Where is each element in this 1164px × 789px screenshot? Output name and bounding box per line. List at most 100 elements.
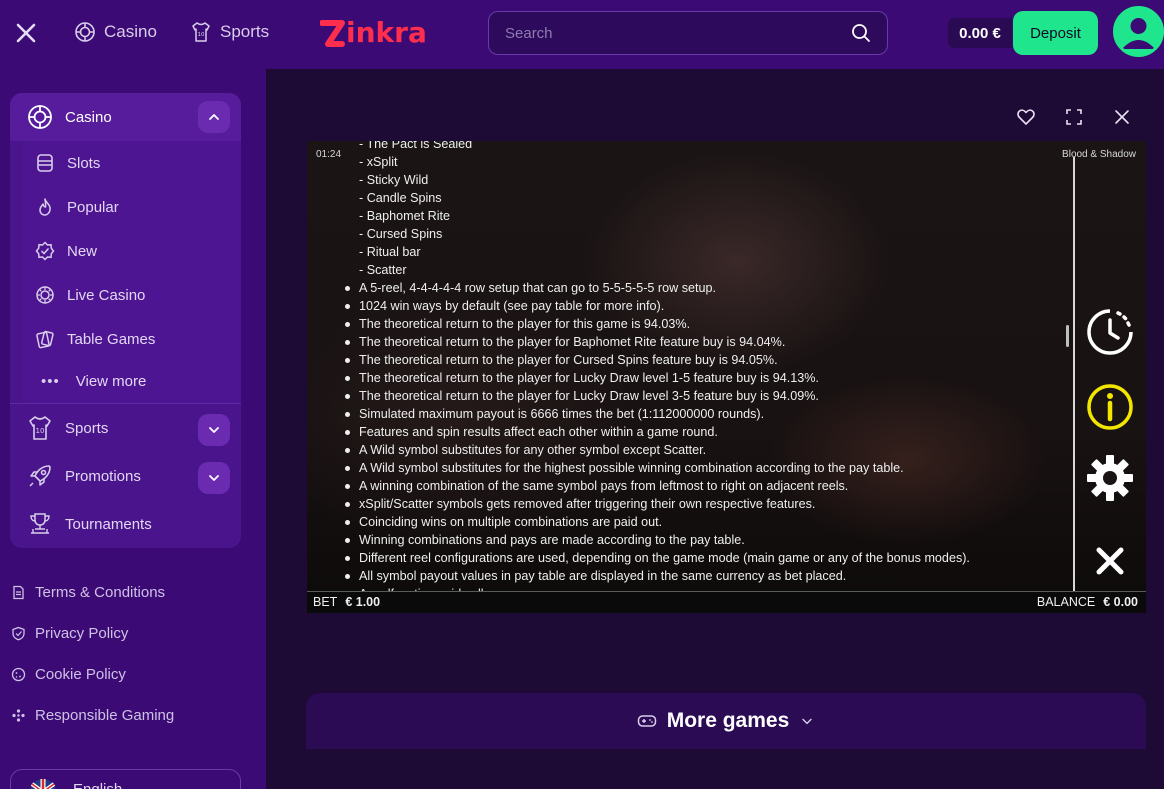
responsible-label: Responsible Gaming [35, 707, 175, 724]
sidebar-item-label: Live Casino [67, 286, 146, 304]
document-icon [13, 585, 24, 600]
casino-submenu [22, 141, 241, 403]
sidebar-item-label: Sports [65, 419, 109, 437]
nav-sports[interactable]: 10 Sports [190, 21, 269, 43]
sidebar-item-slots[interactable]: Slots [35, 153, 100, 173]
brand-logo[interactable]: inkra [320, 16, 427, 49]
cookie-label: Cookie Policy [35, 666, 126, 683]
privacy-link[interactable]: Privacy Policy [11, 625, 128, 642]
balance-label: BALANCE [1036, 595, 1096, 609]
sidebar-item-label: Casino [65, 108, 112, 126]
chevron-down-icon [802, 718, 812, 725]
rule-item: The theoretical return to the player for… [345, 387, 1065, 405]
expand-promotions-button[interactable] [198, 462, 230, 494]
cookie-icon [11, 667, 26, 682]
rule-subitem: - Cursed Spins [359, 227, 443, 241]
cards-icon [36, 330, 54, 349]
nav-casino-label: Casino [104, 22, 157, 41]
sidebar-item-popular[interactable]: Popular [35, 197, 119, 217]
sidebar-item-new[interactable]: New [35, 241, 97, 261]
more-games-label: More games [666, 709, 790, 732]
more-games-toggle[interactable]: More games [306, 693, 1146, 749]
nav-casino[interactable]: Casino [74, 21, 157, 43]
logo-text: inkra [346, 16, 427, 49]
sidebar-item-sports[interactable]: 10 Sports [27, 415, 108, 441]
rule-item: Simulated maximum payout is 6666 times t… [345, 405, 1065, 423]
responsible-gaming-link[interactable]: Responsible Gaming [11, 707, 174, 724]
sidebar-item-label: Table Games [67, 330, 156, 348]
rule-item: Coinciding wins on multiple combinations… [345, 513, 1065, 531]
fullscreen-icon[interactable] [1064, 107, 1084, 127]
game-status-bar: BET € 1.00 BALANCE € 0.00 [307, 591, 1146, 613]
bet-label: BET [313, 595, 338, 609]
rule-subitem: - Scatter [359, 263, 407, 277]
sidebar-item-label: Popular [67, 198, 119, 216]
close-rules-icon[interactable] [1085, 536, 1135, 586]
language-label: English [73, 781, 122, 789]
sidebar-item-label: Promotions [65, 467, 141, 485]
deposit-button[interactable]: Deposit [1013, 11, 1098, 55]
shield-icon [12, 626, 25, 641]
sidebar-item-table-games[interactable]: Table Games [35, 329, 155, 349]
cookie-link[interactable]: Cookie Policy [11, 666, 126, 683]
rules-scrollbar[interactable] [1066, 325, 1069, 347]
sidebar-menu: Casino Slots Popular New Live Casino Tab… [10, 93, 241, 548]
chevron-down-icon [209, 427, 219, 433]
rule-item: A Wild symbol substitutes for any other … [345, 441, 1065, 459]
avatar[interactable] [1113, 6, 1164, 57]
search-box[interactable] [488, 11, 888, 55]
close-game-icon[interactable] [1112, 107, 1132, 127]
collapse-casino-button[interactable] [198, 101, 230, 133]
settings-gear-icon[interactable] [1085, 453, 1135, 503]
sidebar: Casino Slots Popular New Live Casino Tab… [0, 69, 266, 789]
expand-sports-button[interactable] [198, 414, 230, 446]
game-rules-text: - The Pact is Sealed - xSplit - Sticky W… [345, 141, 1065, 603]
rule-subitem: - The Pact is Sealed [359, 141, 473, 151]
rule-subitem: - Ritual bar [359, 245, 421, 259]
sidebar-item-promotions[interactable]: Promotions [27, 463, 141, 489]
search-input[interactable] [489, 12, 819, 54]
rule-item: A 5-reel, 4-4-4-4-4 row setup that can g… [345, 279, 1065, 297]
more-dots-icon: ••• [41, 373, 60, 390]
gamepad-icon [637, 715, 656, 727]
info-icon[interactable] [1085, 382, 1135, 432]
rule-item: The theoretical return to the player for… [345, 333, 1065, 351]
casino-chip-icon [75, 22, 95, 42]
sidebar-item-tournaments[interactable]: Tournaments [27, 511, 152, 537]
rule-item: Winning combinations and pays are made a… [345, 531, 1065, 549]
game-frame[interactable]: - The Pact is Sealed - xSplit - Sticky W… [307, 141, 1146, 613]
game-clock: 01:24 [316, 149, 342, 160]
rule-item: The theoretical return to the player for… [345, 351, 1065, 369]
terms-link[interactable]: Terms & Conditions [11, 584, 165, 601]
search-icon[interactable] [851, 23, 871, 43]
rule-item: All symbol payout values in pay table ar… [345, 567, 1065, 585]
sidebar-item-label: Slots [67, 154, 101, 172]
rule-subitem: - xSplit [359, 155, 398, 169]
nav-sports-label: Sports [220, 22, 270, 41]
game-balance-display: BALANCE € 0.00 [1037, 595, 1138, 609]
casino-chip-icon [28, 105, 52, 129]
privacy-label: Privacy Policy [35, 625, 129, 642]
logo-z-icon [320, 19, 345, 47]
sidebar-item-live-casino[interactable]: Live Casino [35, 285, 145, 305]
new-badge-icon [35, 241, 55, 261]
sidebar-item-casino[interactable]: Casino [10, 93, 241, 141]
view-more-link[interactable]: ••• View more [41, 373, 146, 390]
terms-label: Terms & Conditions [35, 584, 166, 601]
live-chip-icon [36, 286, 54, 304]
svg-text:10: 10 [198, 32, 205, 38]
rule-subitem: - Baphomet Rite [359, 209, 450, 223]
favorite-heart-icon[interactable] [1016, 107, 1036, 127]
bet-display: BET € 1.00 [313, 595, 380, 609]
rules-list: A 5-reel, 4-4-4-4-4 row setup that can g… [345, 279, 1065, 603]
balance-value: € 0.00 [1103, 595, 1138, 609]
rule-subitem: - Candle Spins [359, 191, 442, 205]
uk-flag-icon [30, 779, 56, 789]
chevron-up-icon [209, 114, 219, 120]
responsible-icon [12, 709, 25, 722]
history-clock-icon[interactable] [1085, 307, 1135, 357]
rule-item: 1024 win ways by default (see pay table … [345, 297, 1065, 315]
close-icon[interactable] [13, 20, 39, 46]
rule-item: A Wild symbol substitutes for the highes… [345, 459, 1065, 477]
language-selector[interactable]: English [10, 769, 241, 789]
